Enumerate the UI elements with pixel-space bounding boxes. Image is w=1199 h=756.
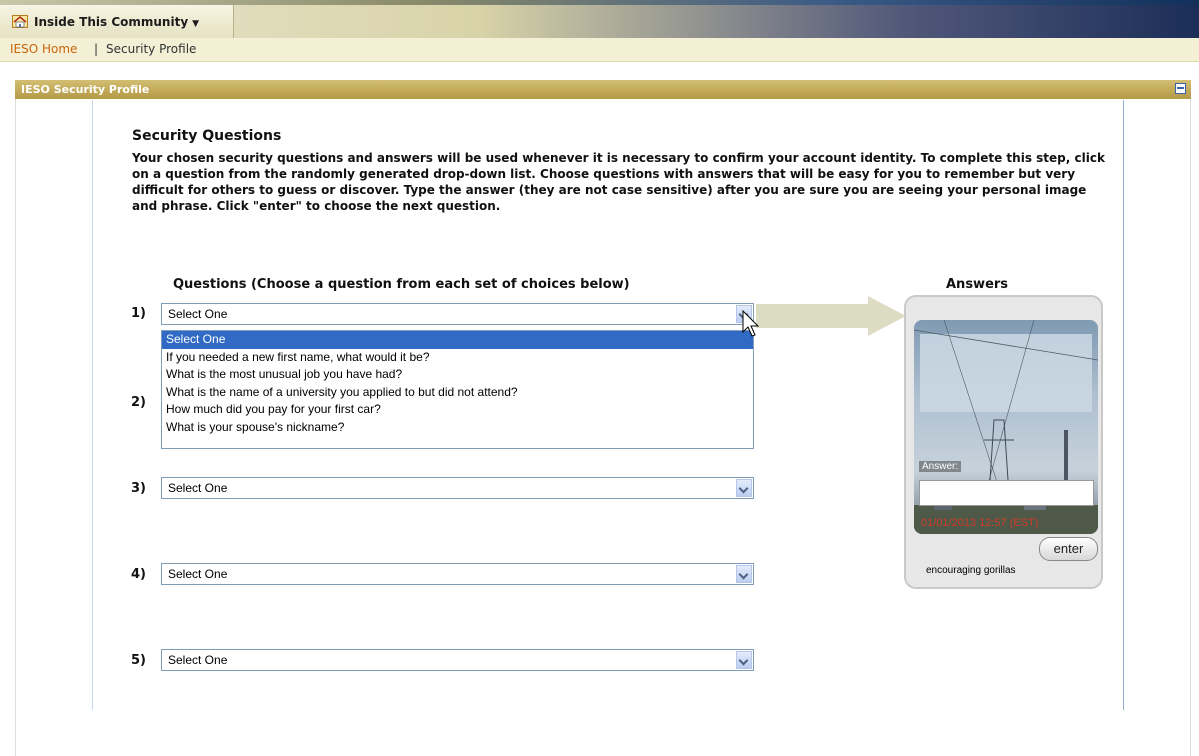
question-select-4[interactable]: Select One [161,563,754,585]
question-number-2: 2) [131,395,146,410]
question-select-1-value: Select One [168,307,228,321]
community-title: Inside This Community ▼ [34,15,200,29]
breadcrumb-current: Security Profile [106,42,197,56]
minimize-icon[interactable] [1175,83,1186,94]
dropdown-option[interactable]: What is the most unusual job you have ha… [162,366,753,384]
dropdown-option[interactable]: If you needed a new first name, what wou… [162,349,753,367]
enter-button[interactable]: enter [1039,537,1098,561]
question-number-5: 5) [131,653,146,668]
intro-text: Your chosen security questions and answe… [132,151,1105,213]
question-select-5-value: Select One [168,653,228,667]
breadcrumb-home-link[interactable]: IESO Home [10,42,77,56]
mouse-cursor-icon [742,310,760,337]
question-select-4-value: Select One [168,567,228,581]
dropdown-option[interactable]: Select One [162,331,753,349]
community-bar: Inside This Community ▼ [0,5,1199,38]
question-dropdown-list: Select One If you needed a new first nam… [161,330,754,449]
question-number-4: 4) [131,567,146,582]
personal-phrase: encouraging gorillas [926,565,1016,576]
breadcrumb: IESO Home | Security Profile [0,38,1199,62]
dropdown-option[interactable]: What is the name of a university you app… [162,384,753,402]
chevron-down-icon[interactable] [736,479,752,497]
question-select-1[interactable]: Select One [161,303,754,325]
timestamp: 01/01/2013 12:57 (EST) [921,517,1039,529]
chevron-down-icon[interactable] [736,565,752,583]
question-select-5[interactable]: Select One [161,649,754,671]
arrow-right-icon [756,296,906,336]
dropdown-option[interactable]: What is your spouse's nickname? [162,419,753,437]
questions-header: Questions (Choose a question from each s… [173,277,630,292]
dropdown-option[interactable]: How much did you pay for your first car? [162,401,753,419]
page-title: Security Questions [132,128,282,144]
panel-title: IESO Security Profile [21,83,150,96]
home-icon [12,15,28,28]
answer-input[interactable] [919,480,1094,506]
breadcrumb-separator: | [94,42,99,56]
question-select-3-value: Select One [168,481,228,495]
answer-label: Answer: [919,461,962,472]
panel-header: IESO Security Profile [15,80,1191,100]
question-select-3[interactable]: Select One [161,477,754,499]
question-number-1: 1) [131,306,146,321]
chevron-down-icon: ▼ [192,19,200,29]
chevron-down-icon[interactable] [736,651,752,669]
answers-header: Answers [946,277,1009,292]
question-number-3: 3) [131,481,146,496]
community-menu[interactable]: Inside This Community ▼ [0,5,234,38]
